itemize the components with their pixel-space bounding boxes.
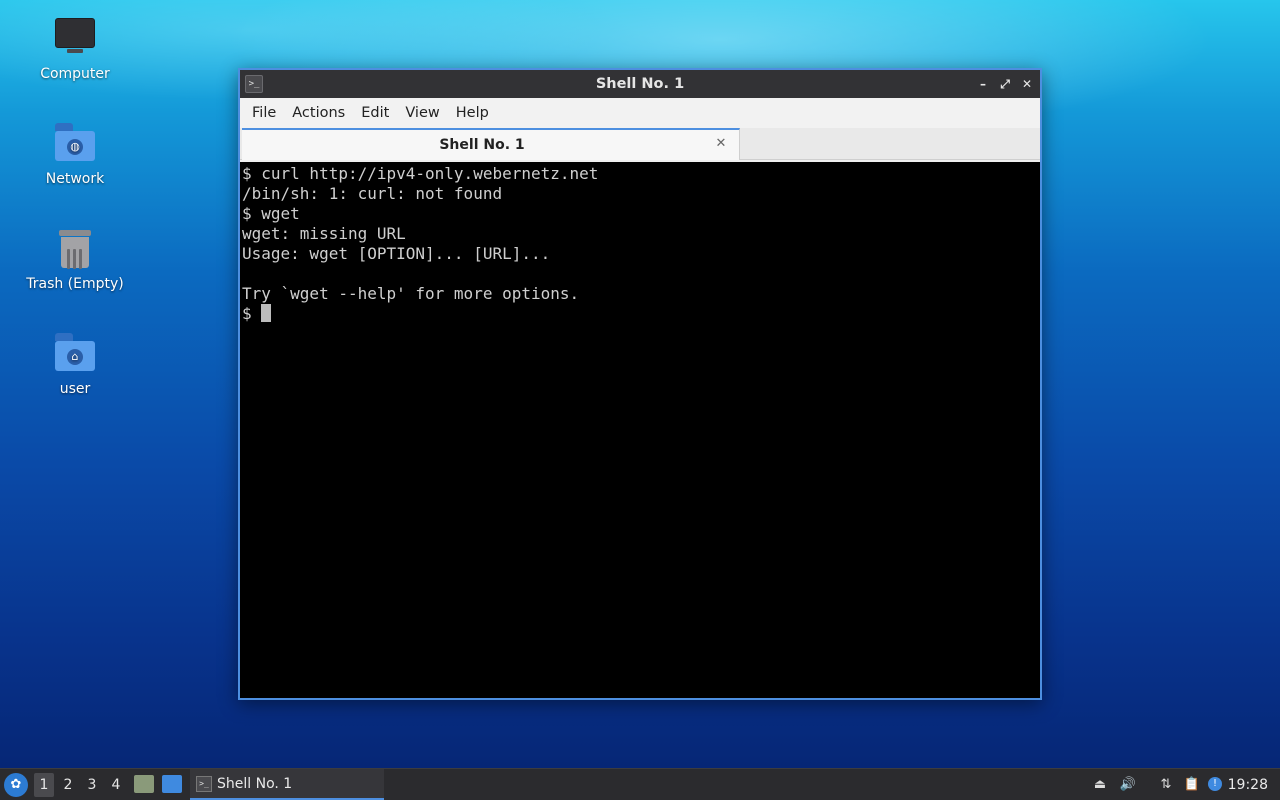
lubuntu-logo-icon[interactable]: ✿ <box>4 773 28 797</box>
menu-bar: File Actions Edit View Help <box>240 98 1040 128</box>
workspace-1-button[interactable]: 1 <box>34 773 54 797</box>
terminal-line: Try `wget --help' for more options. <box>242 284 580 303</box>
taskbar-task-shell[interactable]: >_ Shell No. 1 <box>190 769 384 800</box>
clipboard-icon[interactable]: 📋 <box>1183 776 1201 794</box>
tab-bar: Shell No. 1 ✕ <box>240 128 1040 160</box>
update-notifier-icon[interactable]: ! <box>1208 777 1222 791</box>
tab-label: Shell No. 1 <box>439 137 525 153</box>
network-folder-icon: ◍ <box>53 121 97 165</box>
volume-icon[interactable]: 🔊 <box>1119 776 1137 794</box>
menu-help[interactable]: Help <box>448 98 497 128</box>
desktop-icon-label: Trash (Empty) <box>26 276 124 292</box>
close-button[interactable]: ✕ <box>1020 77 1034 91</box>
terminal-window[interactable]: >_ Shell No. 1 – ⤢ ✕ File Actions Edit V… <box>238 68 1042 700</box>
desktop-icon-label: user <box>59 381 91 397</box>
file-manager-launcher-icon[interactable] <box>134 775 154 793</box>
desktop-icon-label: Network <box>45 171 105 187</box>
terminal-line: $ wget <box>242 204 300 223</box>
workspace-2-button[interactable]: 2 <box>58 773 78 797</box>
desktop-icon-trash[interactable]: Trash (Empty) <box>20 226 130 292</box>
desktop-icon-computer[interactable]: Computer <box>20 16 130 82</box>
menu-edit[interactable]: Edit <box>353 98 397 128</box>
window-titlebar[interactable]: >_ Shell No. 1 – ⤢ ✕ <box>240 70 1040 98</box>
menu-actions[interactable]: Actions <box>284 98 353 128</box>
terminal-line: /bin/sh: 1: curl: not found <box>242 184 503 203</box>
minimize-button[interactable]: – <box>976 77 990 91</box>
window-title: Shell No. 1 <box>595 76 685 92</box>
menu-view[interactable]: View <box>397 98 447 128</box>
terminal-line: Usage: wget [OPTION]... [URL]... <box>242 244 551 263</box>
terminal-output[interactable]: $ curl http://ipv4-only.webernetz.net /b… <box>240 162 1040 698</box>
network-icon[interactable]: ⇅ <box>1157 776 1175 794</box>
desktop-icon-user-home[interactable]: ⌂ user <box>20 331 130 397</box>
terminal-prompt: $ <box>242 304 262 323</box>
workspace-3-button[interactable]: 3 <box>82 773 102 797</box>
text-cursor <box>261 304 272 322</box>
computer-icon <box>53 16 97 60</box>
clock[interactable]: 19:28 <box>1228 769 1268 800</box>
show-desktop-icon[interactable] <box>162 775 182 793</box>
terminal-prompt-line[interactable]: $ <box>242 304 1038 324</box>
taskbar: ✿ 1 2 3 4 >_ Shell No. 1 ⏏ 🔊 ⇅ 📋 ! 19:28 <box>0 768 1280 800</box>
tab-shell-1[interactable]: Shell No. 1 ✕ <box>242 128 740 160</box>
maximize-button[interactable]: ⤢ <box>998 77 1012 91</box>
terminal-line: wget: missing URL <box>242 224 406 243</box>
terminal-task-icon: >_ <box>196 776 212 792</box>
menu-file[interactable]: File <box>244 98 284 128</box>
tab-close-icon[interactable]: ✕ <box>713 136 729 152</box>
workspace-4-button[interactable]: 4 <box>106 773 126 797</box>
task-label: Shell No. 1 <box>217 776 293 792</box>
terminal-line: $ curl http://ipv4-only.webernetz.net <box>242 164 599 183</box>
desktop-icon-label: Computer <box>40 66 110 82</box>
desktop-icon-network[interactable]: ◍ Network <box>20 121 130 187</box>
trash-icon <box>53 226 97 270</box>
home-folder-icon: ⌂ <box>53 331 97 375</box>
eject-icon[interactable]: ⏏ <box>1091 776 1109 794</box>
